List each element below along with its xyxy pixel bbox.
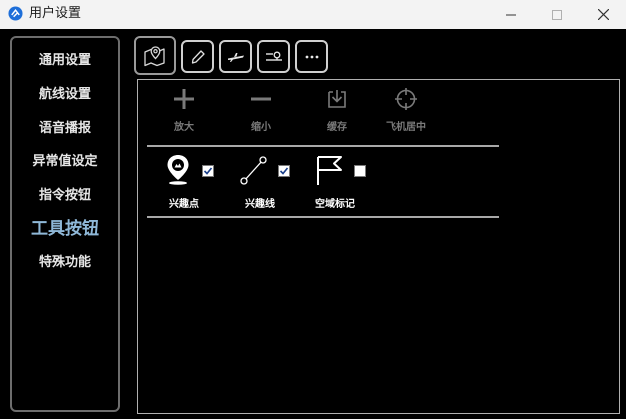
- maximize-icon: [552, 9, 562, 20]
- checkmark-icon: [279, 167, 289, 175]
- settings-sidebar: 通用设置 航线设置 语音播报 异常值设定 指令按钮 工具按钮 特殊功能: [10, 36, 120, 412]
- center-aircraft-label: 飞机居中: [386, 122, 426, 133]
- layers-divider: [147, 216, 499, 218]
- tab-aircraft[interactable]: [219, 40, 252, 73]
- sidebar-item-route[interactable]: 航线设置: [12, 86, 118, 104]
- zoom-in-button[interactable]: 放大: [154, 88, 214, 133]
- poi-label: 兴趣点: [169, 199, 199, 210]
- plus-icon: [174, 89, 194, 109]
- minus-icon: [251, 97, 271, 101]
- line-label: 兴趣线: [245, 199, 275, 210]
- airplane-icon: [227, 52, 244, 62]
- sidebar-item-tool-buttons[interactable]: 工具按钮: [12, 218, 118, 240]
- app-icon: [8, 6, 23, 21]
- center-aircraft-button[interactable]: 飞机居中: [376, 88, 436, 133]
- close-icon: [597, 9, 609, 20]
- sidebar-item-special[interactable]: 特殊功能: [12, 254, 118, 272]
- flag-icon: [317, 156, 342, 185]
- sidebar-item-general[interactable]: 通用设置: [12, 52, 118, 70]
- sidebar-item-anomaly[interactable]: 异常值设定: [12, 153, 118, 171]
- cache-button[interactable]: 缓存: [307, 88, 367, 133]
- tab-route[interactable]: [257, 40, 290, 73]
- zoom-out-label: 缩小: [251, 122, 271, 133]
- line-icon: [240, 156, 267, 185]
- tab-draw[interactable]: [181, 40, 214, 73]
- airspace-label: 空域标记: [315, 199, 355, 210]
- minimize-button[interactable]: [488, 0, 534, 29]
- maximize-button[interactable]: [534, 0, 580, 29]
- sidebar-item-command-buttons[interactable]: 指令按钮: [12, 187, 118, 205]
- pencil-icon: [191, 49, 205, 64]
- window-title: 用户设置: [29, 6, 82, 21]
- map-pin-icon: [144, 45, 165, 66]
- line-checkbox[interactable]: [278, 165, 290, 177]
- poi-icon: [167, 155, 189, 185]
- poi-checkbox[interactable]: [202, 165, 214, 177]
- toolbar-divider: [147, 145, 499, 147]
- tab-more[interactable]: [295, 40, 328, 73]
- checkmark-icon: [203, 167, 213, 175]
- route-icon: [265, 51, 282, 61]
- sidebar-item-voice[interactable]: 语音播报: [12, 120, 118, 138]
- zoom-in-label: 放大: [174, 122, 194, 133]
- crosshair-icon: [395, 88, 417, 110]
- cache-label: 缓存: [327, 122, 347, 133]
- zoom-out-button[interactable]: 缩小: [231, 88, 291, 133]
- title-bar: 用户设置: [0, 0, 626, 29]
- tab-map[interactable]: [134, 36, 176, 75]
- more-icon: [305, 55, 318, 58]
- close-button[interactable]: [580, 0, 626, 29]
- download-icon: [328, 90, 346, 108]
- airspace-checkbox[interactable]: [354, 165, 366, 177]
- minimize-icon: [506, 14, 516, 15]
